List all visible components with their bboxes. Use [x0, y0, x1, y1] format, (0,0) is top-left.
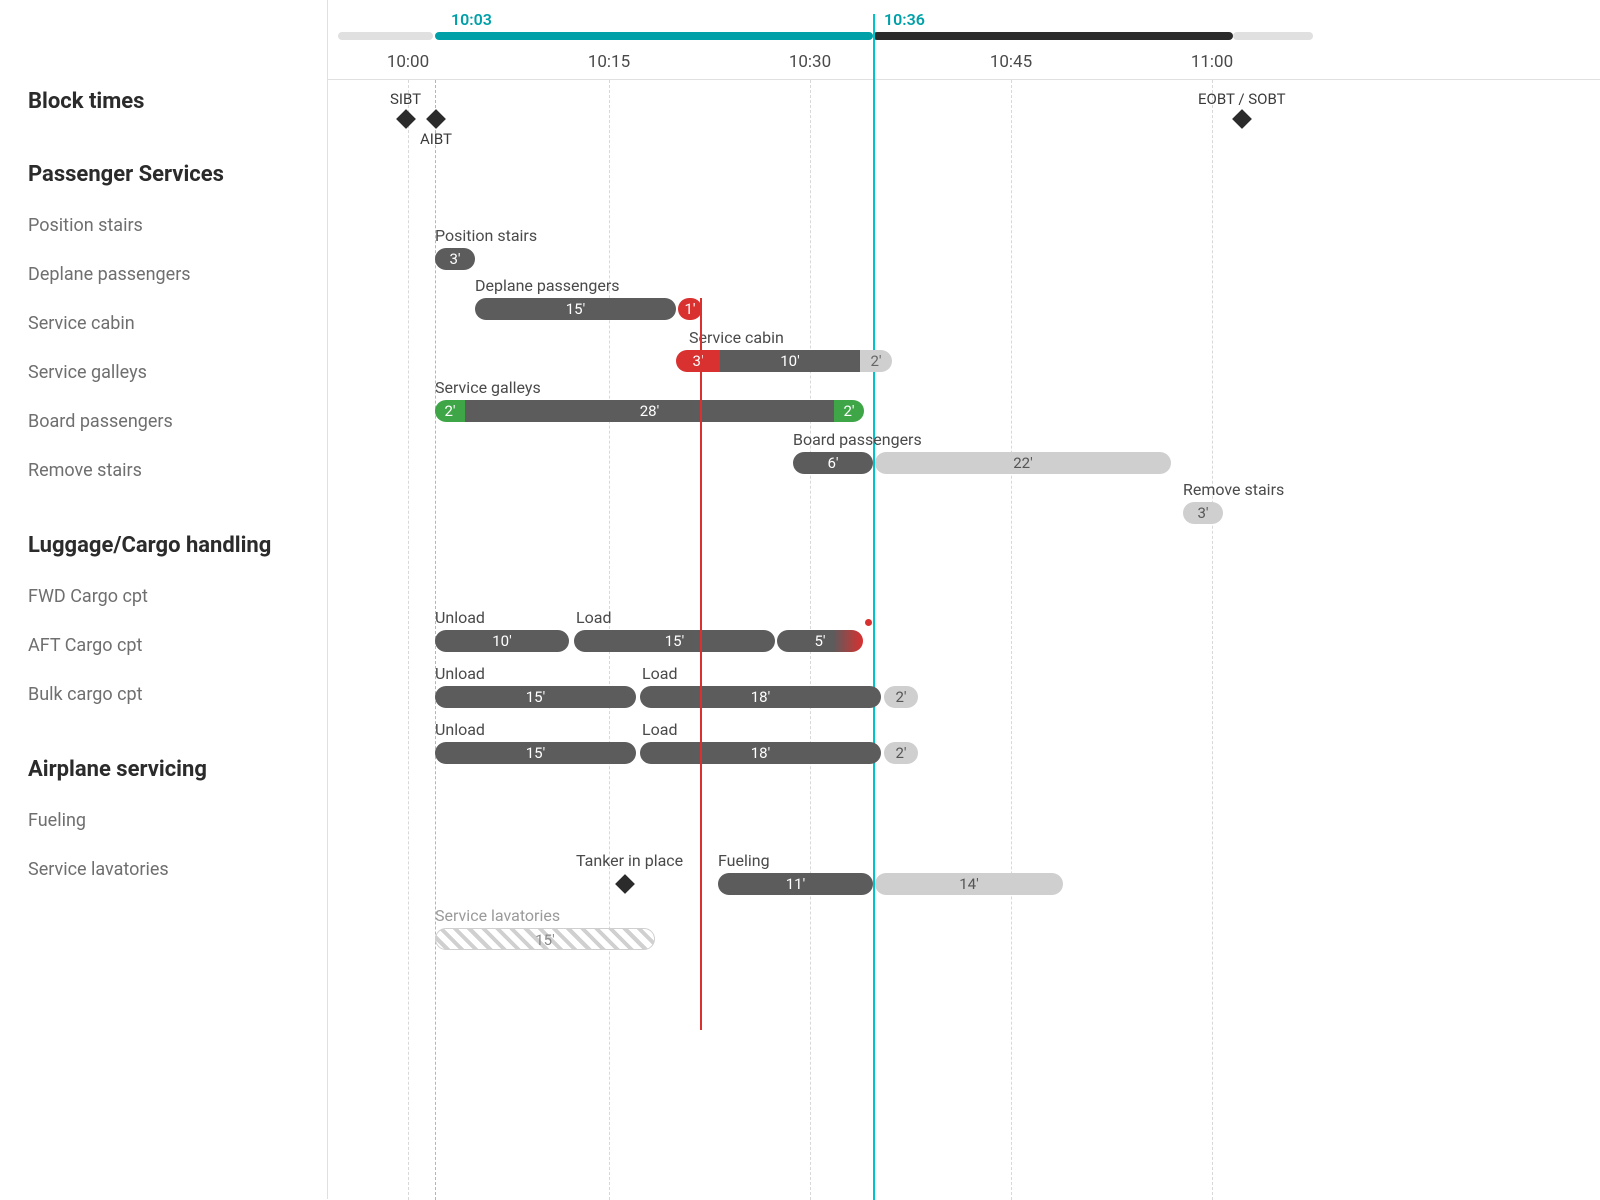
group-block-times[interactable]: Block times	[0, 75, 327, 128]
group-luggage[interactable]: Luggage/Cargo handling	[0, 519, 327, 572]
bar-fueling-done[interactable]: 11'	[718, 873, 873, 895]
tick-1000: 10:00	[387, 52, 429, 72]
diamond-icon	[396, 109, 416, 129]
critical-path-line	[700, 298, 702, 1030]
bar-lavatories[interactable]: 15'	[435, 928, 655, 950]
bar-fueling-pending[interactable]: 14'	[875, 873, 1063, 895]
tick-1030: 10:30	[789, 52, 831, 72]
bar-board-pending[interactable]: 22'	[875, 452, 1171, 474]
sidebar-item-position-stairs[interactable]: Position stairs	[0, 201, 327, 250]
bar-aft-load[interactable]: 18'	[640, 686, 881, 708]
app-root: Block times Passenger Services Position …	[0, 0, 1600, 1199]
bar-fwd-unload[interactable]: 10'	[435, 630, 569, 652]
row-lavatories[interactable]: Service lavatories 15'	[328, 928, 1600, 978]
current-time-line	[873, 14, 875, 1200]
row-deplane[interactable]: Deplane passengers 15' 1'	[328, 298, 1600, 348]
bar-galleys-post[interactable]: 2'	[834, 400, 864, 422]
bar-deplane-overrun[interactable]: 1'	[678, 298, 702, 320]
tick-1100: 11:00	[1191, 52, 1233, 72]
row-remove-stairs[interactable]: Remove stairs 3'	[328, 502, 1600, 552]
row-fwd-cargo[interactable]: Unload Load 10' 15' 5'	[328, 630, 1600, 680]
row-board[interactable]: Board passengers 6' 22'	[328, 452, 1600, 502]
sidebar-item-service-galleys[interactable]: Service galleys	[0, 348, 327, 397]
timeline-area: 10:03 10:36 10:00 10:15 10:30 10:45 11:0…	[328, 0, 1600, 1199]
bar-fwd-overrun[interactable]: 5'	[777, 630, 863, 652]
tick-1045: 10:45	[990, 52, 1032, 72]
diamond-icon	[1232, 109, 1252, 129]
sidebar: Block times Passenger Services Position …	[0, 0, 328, 1199]
diamond-icon	[426, 109, 446, 129]
diamond-icon	[615, 874, 635, 894]
sidebar-item-fueling[interactable]: Fueling	[0, 796, 327, 845]
sidebar-item-lavatories[interactable]: Service lavatories	[0, 845, 327, 894]
bar-bulk-load[interactable]: 18'	[640, 742, 881, 764]
bar-galleys-pre[interactable]: 2'	[435, 400, 465, 422]
bar-remove-stairs[interactable]: 3'	[1183, 502, 1223, 524]
bar-cabin-main[interactable]: 10'	[720, 350, 860, 372]
group-passenger-services[interactable]: Passenger Services	[0, 148, 327, 201]
sidebar-item-remove-stairs[interactable]: Remove stairs	[0, 446, 327, 495]
sidebar-item-bulk-cargo[interactable]: Bulk cargo cpt	[0, 670, 327, 719]
bar-deplane-main[interactable]: 15'	[475, 298, 676, 320]
tick-1015: 10:15	[588, 52, 630, 72]
milestone-aibt: AIBT	[420, 108, 452, 148]
now-time-label: 10:36	[884, 10, 925, 29]
milestone-sibt: SIBT	[390, 90, 421, 130]
start-time-label: 10:03	[451, 10, 492, 29]
bar-bulk-pending[interactable]: 2'	[884, 742, 918, 764]
bar-cabin-pending[interactable]: 2'	[860, 350, 892, 372]
group-servicing[interactable]: Airplane servicing	[0, 743, 327, 796]
bar-position-stairs[interactable]: 3'	[435, 248, 475, 270]
sidebar-item-fwd-cargo[interactable]: FWD Cargo cpt	[0, 572, 327, 621]
bar-aft-pending[interactable]: 2'	[884, 686, 918, 708]
bar-cabin-overrun[interactable]: 3'	[676, 350, 720, 372]
row-aft-cargo[interactable]: Unload Load 15' 18' 2'	[328, 686, 1600, 736]
bar-fwd-load[interactable]: 15'	[574, 630, 775, 652]
milestone-eobt: EOBT / SOBT	[1198, 90, 1286, 130]
bar-aft-unload[interactable]: 15'	[435, 686, 636, 708]
progress-band: 10:03 10:36	[328, 14, 1600, 44]
time-axis: 10:00 10:15 10:30 10:45 11:00	[328, 44, 1600, 80]
row-bulk-cargo[interactable]: Unload Load 15' 18' 2'	[328, 742, 1600, 792]
alert-dot-icon	[865, 619, 872, 626]
sidebar-item-board[interactable]: Board passengers	[0, 397, 327, 446]
sidebar-item-deplane[interactable]: Deplane passengers	[0, 250, 327, 299]
sidebar-item-aft-cargo[interactable]: AFT Cargo cpt	[0, 621, 327, 670]
bar-galleys-main[interactable]: 28'	[465, 400, 834, 422]
bar-bulk-unload[interactable]: 15'	[435, 742, 636, 764]
sidebar-item-service-cabin[interactable]: Service cabin	[0, 299, 327, 348]
bar-board-done[interactable]: 6'	[793, 452, 873, 474]
gantt-body[interactable]: SIBT AIBT EOBT / SOBT Position stairs 3'…	[328, 80, 1600, 1200]
row-service-galleys[interactable]: Service galleys 2' 28' 2'	[328, 400, 1600, 450]
